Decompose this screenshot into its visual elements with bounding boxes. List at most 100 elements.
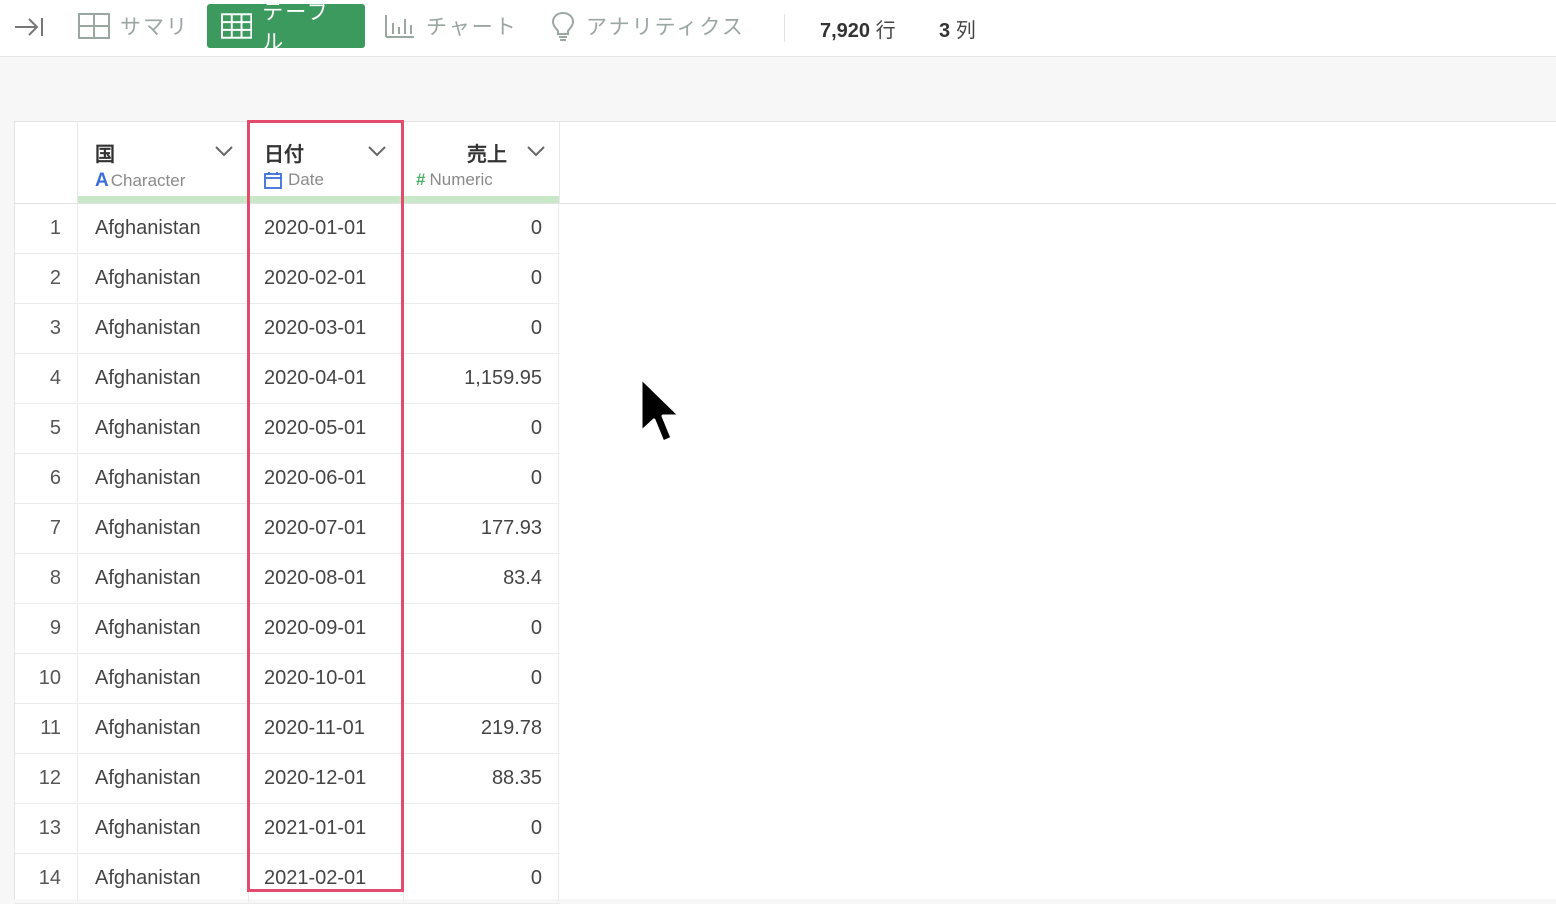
tab-table[interactable]: テーブル [207, 1, 365, 54]
table-row[interactable]: 12 Afghanistan 2020-12-01 88.35 [15, 754, 560, 804]
cell-date[interactable]: 2020-12-01 [249, 754, 404, 802]
tab-summary-label: サマリ [120, 16, 189, 39]
calendar-icon [264, 172, 282, 189]
row-index[interactable]: 5 [15, 404, 78, 452]
column-count-value: 3 [939, 20, 951, 42]
cell-country[interactable]: Afghanistan [78, 304, 249, 352]
cell-date[interactable]: 2020-01-01 [249, 204, 404, 252]
cell-sales[interactable]: 0 [404, 454, 559, 502]
cell-sales[interactable]: 0 [404, 204, 559, 252]
tab-analytics-label: アナリティクス [586, 16, 745, 39]
row-index[interactable]: 6 [15, 454, 78, 502]
table-row[interactable]: 13 Afghanistan 2021-01-01 0 [15, 804, 560, 854]
cell-sales[interactable]: 1,159.95 [404, 354, 559, 402]
cell-country[interactable]: Afghanistan [78, 804, 249, 852]
cell-sales[interactable]: 0 [404, 404, 559, 452]
cell-country[interactable]: Afghanistan [78, 604, 249, 652]
row-index[interactable]: 10 [15, 654, 78, 702]
tab-chart[interactable]: チャート [384, 4, 518, 48]
column-count: 3 列 [939, 14, 976, 43]
table-row[interactable]: 11 Afghanistan 2020-11-01 219.78 [15, 704, 560, 754]
cell-sales[interactable]: 83.4 [404, 554, 559, 602]
cell-country[interactable]: Afghanistan [78, 254, 249, 302]
chevron-down-icon[interactable] [367, 144, 387, 158]
cell-date[interactable]: 2021-02-01 [249, 854, 404, 902]
table-row[interactable]: 3 Afghanistan 2020-03-01 0 [15, 304, 560, 354]
table-row[interactable]: 5 Afghanistan 2020-05-01 0 [15, 404, 560, 454]
column-header-date[interactable]: 日付 Date [249, 122, 404, 203]
table-row[interactable]: 6 Afghanistan 2020-06-01 0 [15, 454, 560, 504]
chevron-down-icon[interactable] [214, 144, 234, 158]
row-index[interactable]: 11 [15, 704, 78, 752]
view-toolbar: サマリ テーブル チャート アナリティクス 7,920 行 3 列 [0, 0, 1556, 57]
cell-country[interactable]: Afghanistan [78, 854, 249, 902]
column-quality-bar [78, 196, 248, 203]
row-index[interactable]: 8 [15, 554, 78, 602]
row-index[interactable]: 13 [15, 804, 78, 852]
row-index-header [15, 122, 78, 203]
row-index[interactable]: 7 [15, 504, 78, 552]
row-index[interactable]: 1 [15, 204, 78, 252]
column-quality-bar [249, 196, 403, 203]
cell-sales[interactable]: 0 [404, 254, 559, 302]
column-name: 日付 [264, 144, 304, 166]
table-row[interactable]: 10 Afghanistan 2020-10-01 0 [15, 654, 560, 704]
numeric-type-icon: # [416, 170, 426, 189]
cell-country[interactable]: Afghanistan [78, 504, 249, 552]
cell-country[interactable]: Afghanistan [78, 454, 249, 502]
row-index[interactable]: 12 [15, 754, 78, 802]
cell-date[interactable]: 2020-10-01 [249, 654, 404, 702]
table-row[interactable]: 8 Afghanistan 2020-08-01 83.4 [15, 554, 560, 604]
cell-date[interactable]: 2020-04-01 [249, 354, 404, 402]
cell-date[interactable]: 2020-11-01 [249, 704, 404, 752]
cell-date[interactable]: 2020-02-01 [249, 254, 404, 302]
cell-date[interactable]: 2020-08-01 [249, 554, 404, 602]
tab-chart-label: チャート [426, 16, 518, 39]
cell-country[interactable]: Afghanistan [78, 654, 249, 702]
column-type: Date [264, 170, 324, 190]
tab-summary[interactable]: サマリ [78, 4, 189, 48]
cell-sales[interactable]: 0 [404, 604, 559, 652]
table-icon [221, 13, 253, 39]
column-count-label: 列 [955, 20, 976, 42]
row-index[interactable]: 3 [15, 304, 78, 352]
cell-date[interactable]: 2020-06-01 [249, 454, 404, 502]
cell-sales[interactable]: 219.78 [404, 704, 559, 752]
row-index[interactable]: 2 [15, 254, 78, 302]
collapse-panel-button[interactable] [12, 12, 46, 42]
cell-country[interactable]: Afghanistan [78, 554, 249, 602]
table-row[interactable]: 1 Afghanistan 2020-01-01 0 [15, 204, 560, 254]
toolbar-separator [784, 14, 785, 42]
cell-country[interactable]: Afghanistan [78, 404, 249, 452]
table-row[interactable]: 14 Afghanistan 2021-02-01 0 [15, 854, 560, 904]
data-table: 国 A Character 日付 Date 売上 # Numeric 1 Afg… [14, 121, 1556, 904]
cell-country[interactable]: Afghanistan [78, 704, 249, 752]
table-row[interactable]: 2 Afghanistan 2020-02-01 0 [15, 254, 560, 304]
cell-date[interactable]: 2020-03-01 [249, 304, 404, 352]
cell-country[interactable]: Afghanistan [78, 354, 249, 402]
cell-country[interactable]: Afghanistan [78, 754, 249, 802]
cell-sales[interactable]: 0 [404, 854, 559, 902]
tab-analytics[interactable]: アナリティクス [550, 4, 745, 48]
row-index[interactable]: 9 [15, 604, 78, 652]
cell-country[interactable]: Afghanistan [78, 204, 249, 252]
column-type-label: Character [110, 171, 186, 190]
cell-date[interactable]: 2021-01-01 [249, 804, 404, 852]
row-index[interactable]: 14 [15, 854, 78, 902]
table-row[interactable]: 4 Afghanistan 2020-04-01 1,159.95 [15, 354, 560, 404]
cell-date[interactable]: 2020-05-01 [249, 404, 404, 452]
cell-sales[interactable]: 0 [404, 304, 559, 352]
row-index[interactable]: 4 [15, 354, 78, 402]
cell-sales[interactable]: 88.35 [404, 754, 559, 802]
cell-sales[interactable]: 177.93 [404, 504, 559, 552]
table-body: 1 Afghanistan 2020-01-01 0 2 Afghanistan 2020-… [15, 204, 560, 904]
column-header-sales[interactable]: 売上 # Numeric [404, 122, 560, 203]
cell-sales[interactable]: 0 [404, 654, 559, 702]
table-row[interactable]: 9 Afghanistan 2020-09-01 0 [15, 604, 560, 654]
column-header-country[interactable]: 国 A Character [78, 122, 249, 203]
cell-date[interactable]: 2020-07-01 [249, 504, 404, 552]
cell-date[interactable]: 2020-09-01 [249, 604, 404, 652]
chevron-down-icon[interactable] [526, 144, 546, 158]
cell-sales[interactable]: 0 [404, 804, 559, 852]
table-row[interactable]: 7 Afghanistan 2020-07-01 177.93 [15, 504, 560, 554]
